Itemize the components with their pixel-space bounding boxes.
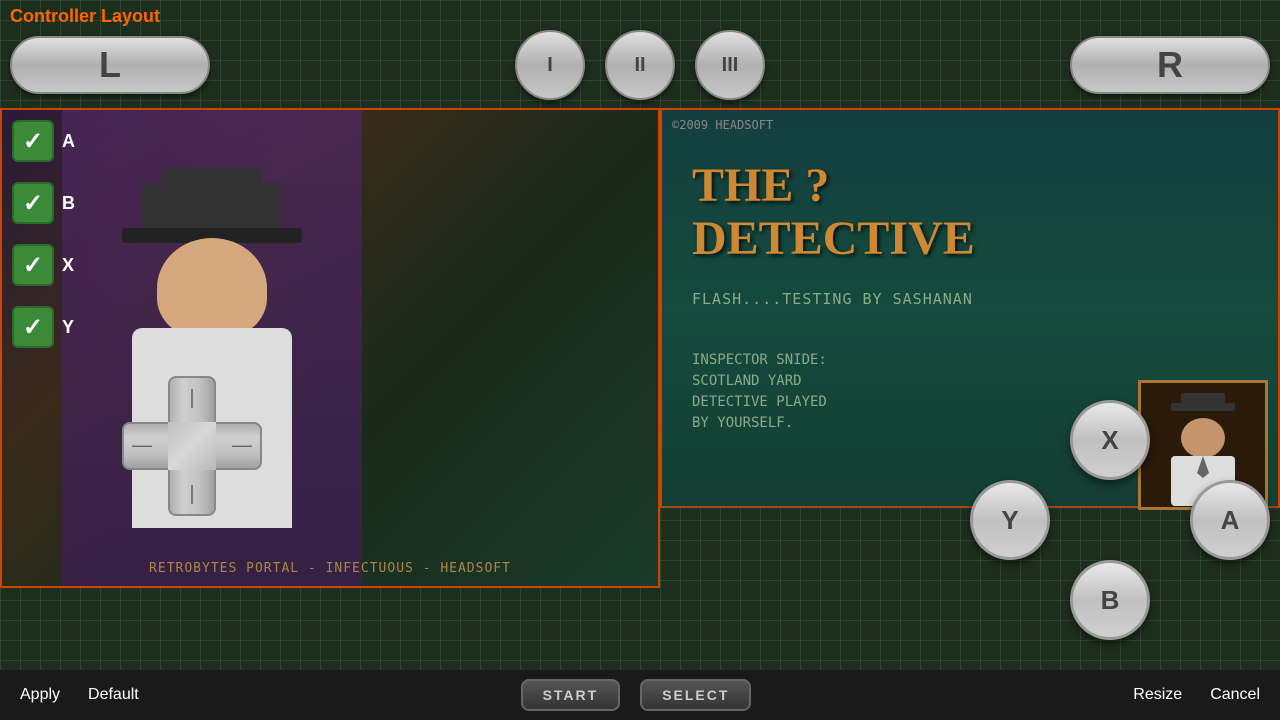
button-L[interactable]: L (10, 36, 210, 94)
bottom-left-buttons: Apply Default (10, 681, 149, 709)
detective-face (157, 238, 267, 338)
action-button-y[interactable]: Y (970, 480, 1050, 560)
left-game-panel: A B X Y | | — — (0, 108, 660, 588)
dpad-up-arrow: | (189, 388, 194, 408)
default-button[interactable]: Default (78, 681, 149, 709)
top-center-buttons: I II III (515, 30, 765, 100)
label-x: X (62, 255, 74, 276)
apply-button[interactable]: Apply (10, 681, 70, 709)
page-title: Controller Layout (10, 6, 160, 27)
button-a-row: A (12, 120, 75, 162)
inspector-body: SCOTLAND YARDDETECTIVE PLAYEDBY YOURSELF… (692, 371, 827, 434)
checkbox-y[interactable] (12, 306, 54, 348)
inspector-text: INSPECTOR SNIDE: SCOTLAND YARDDETECTIVE … (692, 350, 827, 434)
bottom-bar: Apply Default START SELECT Resize Cancel (0, 670, 1280, 720)
resize-button[interactable]: Resize (1123, 681, 1192, 709)
flash-text: FLASH....TESTING BY SASHANAN (692, 290, 973, 308)
start-button[interactable]: START (521, 679, 621, 711)
inspector-title: INSPECTOR SNIDE: (692, 350, 827, 371)
button-R[interactable]: R (1070, 36, 1270, 94)
button-b-row: B (12, 182, 75, 224)
button-x-row: X (12, 244, 75, 286)
cancel-button[interactable]: Cancel (1200, 681, 1270, 709)
checkbox-a[interactable] (12, 120, 54, 162)
bottom-center-buttons: START SELECT (521, 679, 752, 711)
dpad-down-arrow: | (189, 484, 194, 504)
label-a: A (62, 131, 75, 152)
dpad-center (168, 422, 216, 470)
button-I[interactable]: I (515, 30, 585, 100)
select-button[interactable]: SELECT (640, 679, 751, 711)
button-III[interactable]: III (695, 30, 765, 100)
label-y: Y (62, 317, 74, 338)
bottom-right-buttons: Resize Cancel (1123, 681, 1270, 709)
action-button-a[interactable]: A (1190, 480, 1270, 560)
detective-hat (142, 183, 282, 243)
action-button-x[interactable]: X (1070, 400, 1150, 480)
button-y-row: Y (12, 306, 75, 348)
main-area: A B X Y | | — — (0, 108, 1280, 670)
label-b: B (62, 193, 75, 214)
dpad[interactable]: | | — — (122, 376, 262, 516)
copyright-text: ©2009 HEADSOFT (672, 118, 773, 132)
game-title: THE ?DETECTIVE (692, 160, 975, 266)
checkbox-b[interactable] (12, 182, 54, 224)
top-button-row: L I II III R (0, 30, 1280, 100)
dpad-right-arrow: — (232, 435, 252, 458)
right-game-panel: ©2009 HEADSOFT THE ?DETECTIVE FLASH....T… (660, 108, 1280, 670)
button-II[interactable]: II (605, 30, 675, 100)
dpad-left-arrow: — (132, 435, 152, 458)
action-buttons-panel: X Y A B (950, 400, 1280, 650)
action-button-b[interactable]: B (1070, 560, 1150, 640)
button-labels-panel: A B X Y (12, 120, 75, 348)
checkbox-x[interactable] (12, 244, 54, 286)
game-bottom-text: RETROBYTES PORTAL - INFECTUOUS - HEADSOF… (2, 561, 658, 576)
